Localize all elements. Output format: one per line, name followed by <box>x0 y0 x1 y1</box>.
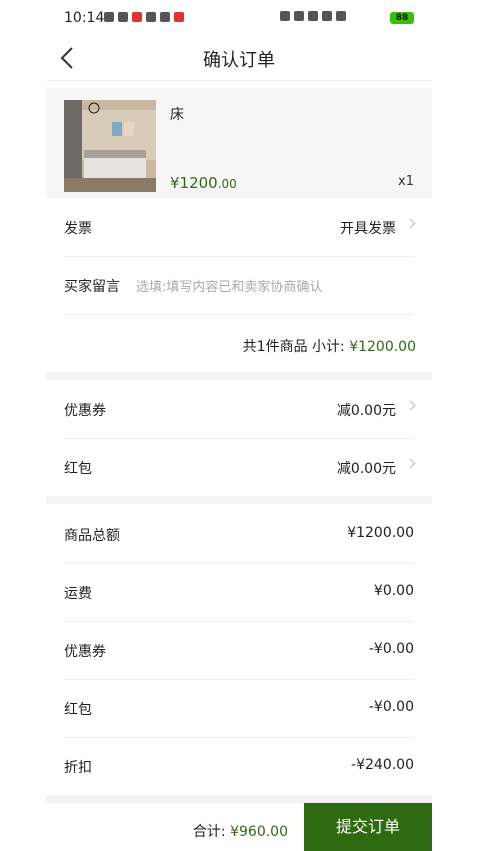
notification-icon <box>104 12 114 22</box>
product-card[interactable]: 床 ¥1200.00 x1 <box>46 88 432 198</box>
invoice-row[interactable]: 发票 开具发票 <box>64 198 416 257</box>
system-icons <box>280 11 346 21</box>
buyer-message-input[interactable]: 选填:填写内容已和卖家协商确认 <box>136 276 322 295</box>
coupon-value: 减0.00元 <box>336 403 396 419</box>
divider <box>46 372 432 380</box>
buyer-message-row[interactable]: 买家留言 选填:填写内容已和卖家协商确认 <box>64 256 414 315</box>
subtotal-row: 共1件商品 小计: ¥1200.00 <box>64 314 416 372</box>
red-packet-row[interactable]: 红包 减0.00元 <box>64 438 416 496</box>
invoice-label: 发票 <box>64 221 92 237</box>
alarm-icon <box>280 11 290 21</box>
order-total-amount: ¥960.00 <box>230 824 288 840</box>
status-time: 10:14 <box>64 10 105 26</box>
checkout-bar: 合计: ¥960.00 提交订单 <box>46 802 432 851</box>
news-icon <box>174 12 184 22</box>
page-title: 确认订单 <box>203 50 275 71</box>
red-packet-label: 红包 <box>64 461 92 477</box>
subtotal-amount: ¥1200.00 <box>349 339 416 355</box>
invoice-value: 开具发票 <box>340 221 396 237</box>
divider <box>46 795 432 802</box>
divider <box>46 496 432 504</box>
product-price: ¥1200.00 <box>170 174 237 192</box>
coupon-label: 优惠券 <box>64 403 106 419</box>
chat-icon <box>118 12 128 22</box>
summary-row: 折扣 -¥240.00 <box>64 737 414 796</box>
chevron-right-icon <box>405 400 416 411</box>
product-name: 床 <box>170 107 184 123</box>
product-image <box>64 100 156 192</box>
buyer-message-label: 买家留言 <box>64 279 120 295</box>
nav-bar: 确认订单 <box>46 36 432 81</box>
notification-icons <box>104 12 184 22</box>
product-quantity: x1 <box>398 174 414 189</box>
vibrate-icon <box>294 11 304 21</box>
signal-5g-icon <box>322 11 332 21</box>
app-icon <box>160 12 170 22</box>
hd-icon <box>308 11 318 21</box>
subtotal-text: 共1件商品 小计: ¥1200.00 <box>242 339 416 355</box>
summary-row: 优惠券 -¥0.00 <box>64 621 414 680</box>
message-icon <box>146 12 156 22</box>
app-notification-icon <box>132 12 142 22</box>
signal-3g-icon <box>336 11 346 21</box>
status-bar: 10:14 88 <box>0 0 478 36</box>
summary-row: 红包 -¥0.00 <box>64 679 414 738</box>
chevron-right-icon <box>405 458 416 469</box>
coupon-row[interactable]: 优惠券 减0.00元 <box>64 380 416 439</box>
battery-icon: 88 <box>390 12 414 24</box>
summary-row: 运费 ¥0.00 <box>64 563 414 622</box>
red-packet-value: 减0.00元 <box>336 461 396 477</box>
submit-order-button[interactable]: 提交订单 <box>304 803 432 851</box>
summary-row: 商品总额 ¥1200.00 <box>64 505 414 564</box>
order-total: 合计: ¥960.00 <box>192 824 288 840</box>
chevron-right-icon <box>405 218 416 229</box>
